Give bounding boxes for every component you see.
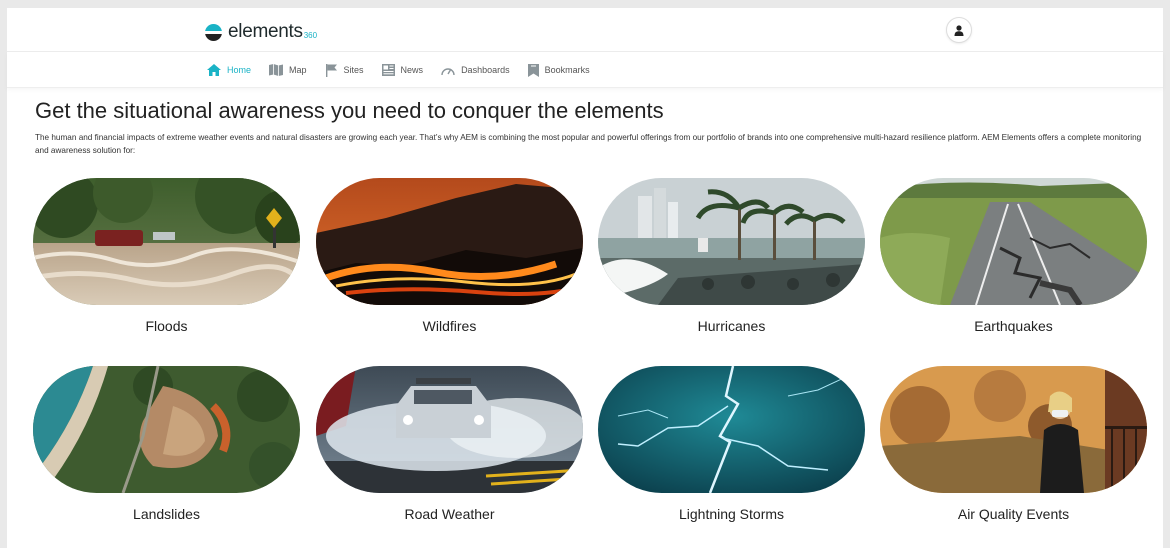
hazard-label: Road Weather (404, 506, 495, 522)
gauge-icon (441, 67, 455, 75)
hazard-card-earthquakes[interactable]: Earthquakes (880, 178, 1147, 334)
hazard-card-wildfires[interactable]: Wildfires (316, 178, 583, 334)
hurricanes-image (598, 178, 865, 305)
top-header: elements 360 (7, 8, 1163, 52)
user-icon (954, 24, 964, 36)
floods-image (33, 178, 300, 305)
app-window: elements 360 Home Map Sites News Dashboa… (7, 8, 1163, 548)
hazard-card-landslides[interactable]: Landslides (33, 366, 300, 522)
landslides-image (33, 366, 300, 493)
hazard-label: Earthquakes (974, 318, 1053, 334)
nav-sites[interactable]: Sites (325, 62, 364, 78)
air-quality-events-image (880, 366, 1147, 493)
nav-dashboards[interactable]: Dashboards (441, 62, 510, 78)
hazard-card-floods[interactable]: Floods (33, 178, 300, 334)
map-icon (269, 64, 284, 76)
nav-bookmarks[interactable]: Bookmarks (527, 62, 590, 78)
hazard-label: Wildfires (422, 318, 477, 334)
nav-map[interactable]: Map (269, 62, 307, 78)
page-title: Get the situational awareness you need t… (35, 98, 664, 123)
hazard-card-lightning-storms[interactable]: Lightning Storms (598, 366, 865, 522)
hazard-label: Lightning Storms (678, 506, 785, 522)
news-icon (381, 64, 395, 76)
brand-suffix: 360 (303, 31, 318, 40)
brand-name: elements (228, 21, 303, 42)
main-navigation: Home Map Sites News Dashboards Bookmarks (7, 52, 1163, 88)
earthquakes-image (880, 178, 1147, 305)
nav-home[interactable]: Home (207, 62, 251, 78)
hazard-label: Landslides (133, 506, 200, 522)
flag-icon (325, 63, 337, 77)
home-icon (207, 64, 221, 76)
lightning-storms-image (598, 366, 865, 493)
hazard-card-hurricanes[interactable]: Hurricanes (598, 178, 865, 334)
hazard-card-air-quality-events[interactable]: Air Quality Events (880, 366, 1147, 522)
hazard-label: Air Quality Events (957, 506, 1070, 522)
hazard-label: Hurricanes (697, 318, 766, 334)
main-content: Get the situational awareness you need t… (7, 88, 1163, 548)
bookmark-icon (527, 63, 539, 77)
brand-logo[interactable]: elements 360 (205, 21, 317, 43)
logo-mark-icon (205, 23, 222, 41)
nav-news[interactable]: News (381, 62, 423, 78)
intro-paragraph: The human and financial impacts of extre… (35, 133, 1142, 155)
user-account-button[interactable] (946, 17, 972, 43)
hazard-label: Floods (145, 318, 188, 334)
wildfires-image (316, 178, 583, 305)
hazard-card-road-weather[interactable]: Road Weather (316, 366, 583, 522)
road-weather-image (316, 366, 583, 493)
